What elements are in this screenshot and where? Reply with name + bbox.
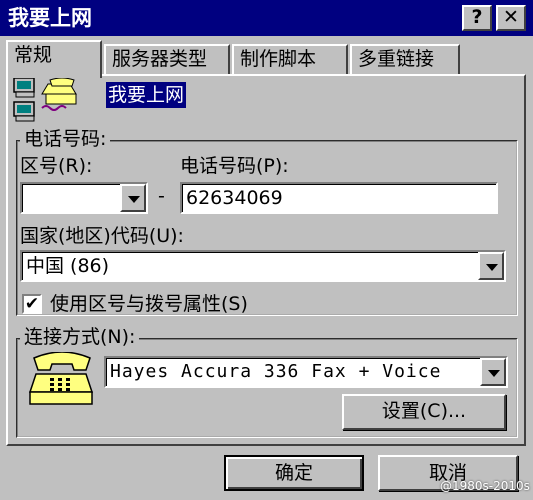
dash-separator: - bbox=[158, 185, 165, 207]
country-code-combobox[interactable]: 中国 (86) bbox=[20, 250, 506, 282]
ok-button[interactable]: 确定 bbox=[224, 455, 364, 491]
tab-multilink[interactable]: 多重链接 bbox=[350, 44, 460, 74]
tab-strip: 常规 服务器类型 制作脚本 多重链接 bbox=[6, 40, 526, 78]
use-area-code-label[interactable]: 使用区号与拨号属性(S) bbox=[50, 292, 248, 316]
country-code-label: 国家(地区)代码(U): bbox=[20, 225, 184, 247]
modem-dropdown-button[interactable] bbox=[480, 358, 506, 386]
close-button[interactable]: ✕ bbox=[496, 5, 526, 31]
modem-combobox[interactable]: Hayes Accura 336 Fax + Voice bbox=[104, 356, 508, 388]
watermark-text: @1980s-2010s bbox=[440, 479, 530, 493]
phone-number-group-label: 电话号码: bbox=[20, 128, 111, 150]
configure-button[interactable]: 设置(C)... bbox=[342, 394, 506, 430]
tab-server-type[interactable]: 服务器类型 bbox=[104, 44, 230, 74]
title-bar[interactable]: 我要上网 ? ✕ bbox=[0, 0, 533, 36]
modem-value: Hayes Accura 336 Fax + Voice bbox=[110, 361, 442, 382]
connect-using-group-label: 连接方式(N): bbox=[20, 326, 140, 348]
tab-scripting[interactable]: 制作脚本 bbox=[232, 44, 348, 74]
area-code-dropdown-button[interactable] bbox=[120, 184, 146, 212]
phone-number-label: 电话号码(P): bbox=[180, 155, 289, 177]
country-code-value: 中国 (86) bbox=[26, 255, 110, 277]
window-title: 我要上网 bbox=[8, 6, 92, 30]
tab-general[interactable]: 常规 bbox=[6, 40, 102, 78]
phone-number-input[interactable]: 62634069 bbox=[180, 182, 498, 214]
help-button[interactable]: ? bbox=[462, 5, 492, 31]
connection-name-label: 我要上网 bbox=[106, 82, 187, 108]
telephone-icon bbox=[28, 352, 94, 405]
dialup-properties-window: 我要上网 ? ✕ 常规 服务器类型 制作脚本 多重链接 我要上网 电话号码: 区… bbox=[0, 0, 533, 500]
area-code-label: 区号(R): bbox=[20, 155, 93, 177]
phone-number-value: 62634069 bbox=[186, 187, 283, 209]
country-code-dropdown-button[interactable] bbox=[478, 252, 504, 280]
general-tab-panel: 我要上网 电话号码: 区号(R): - 电话号码(P): 62634069 国家… bbox=[6, 74, 526, 446]
use-area-code-checkbox[interactable]: ✔ bbox=[22, 294, 42, 314]
checkmark-icon: ✔ bbox=[24, 294, 40, 314]
dialup-computer-phone-icon bbox=[13, 78, 77, 122]
